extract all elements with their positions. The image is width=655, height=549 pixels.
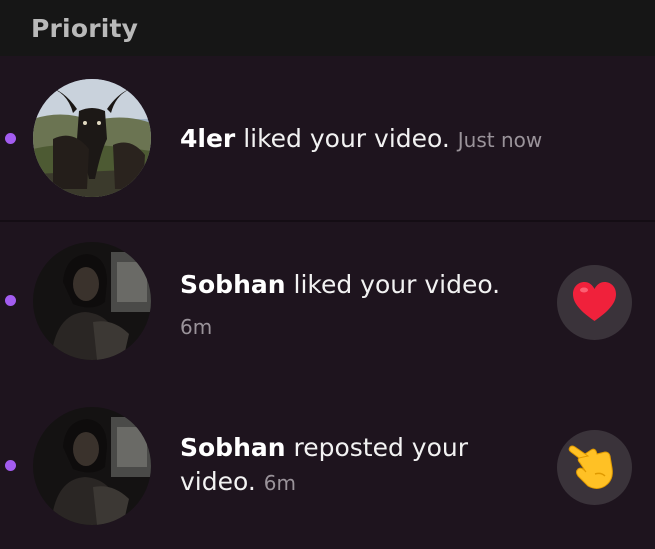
username[interactable]: Sobhan [180,270,286,299]
pointing-hand-icon [568,445,613,489]
avatar[interactable] [33,407,151,525]
username[interactable]: Sobhan [180,433,286,462]
avatar[interactable] [33,242,151,360]
action-text-continued: video. [180,467,256,496]
notification-text: Sobhan reposted your video. 6m [180,431,468,500]
avatar[interactable] [33,79,151,197]
reaction-badge[interactable] [557,265,632,340]
notification-text: Sobhan liked your video. [180,268,500,302]
notification-item[interactable]: 4ler liked your video. Just now [0,56,655,221]
unread-dot [5,460,16,471]
username[interactable]: 4ler [180,124,235,153]
notification-item[interactable]: Sobhan liked your video. 6m [0,222,655,388]
timestamp: 6m [180,315,213,339]
heart-icon [573,282,616,321]
action-text: liked your video. [235,124,450,153]
timestamp: 6m [263,471,296,495]
unread-dot [5,295,16,306]
reaction-badge[interactable] [557,430,632,505]
notification-text: 4ler liked your video. Just now [180,122,542,157]
action-text: liked your video. [285,270,501,299]
unread-dot [5,133,16,144]
timestamp: Just now [457,128,543,152]
section-title: Priority [31,14,139,43]
section-header: Priority [0,0,655,56]
action-text: reposted your [285,433,469,462]
notification-item[interactable]: Sobhan reposted your video. 6m [0,388,655,549]
